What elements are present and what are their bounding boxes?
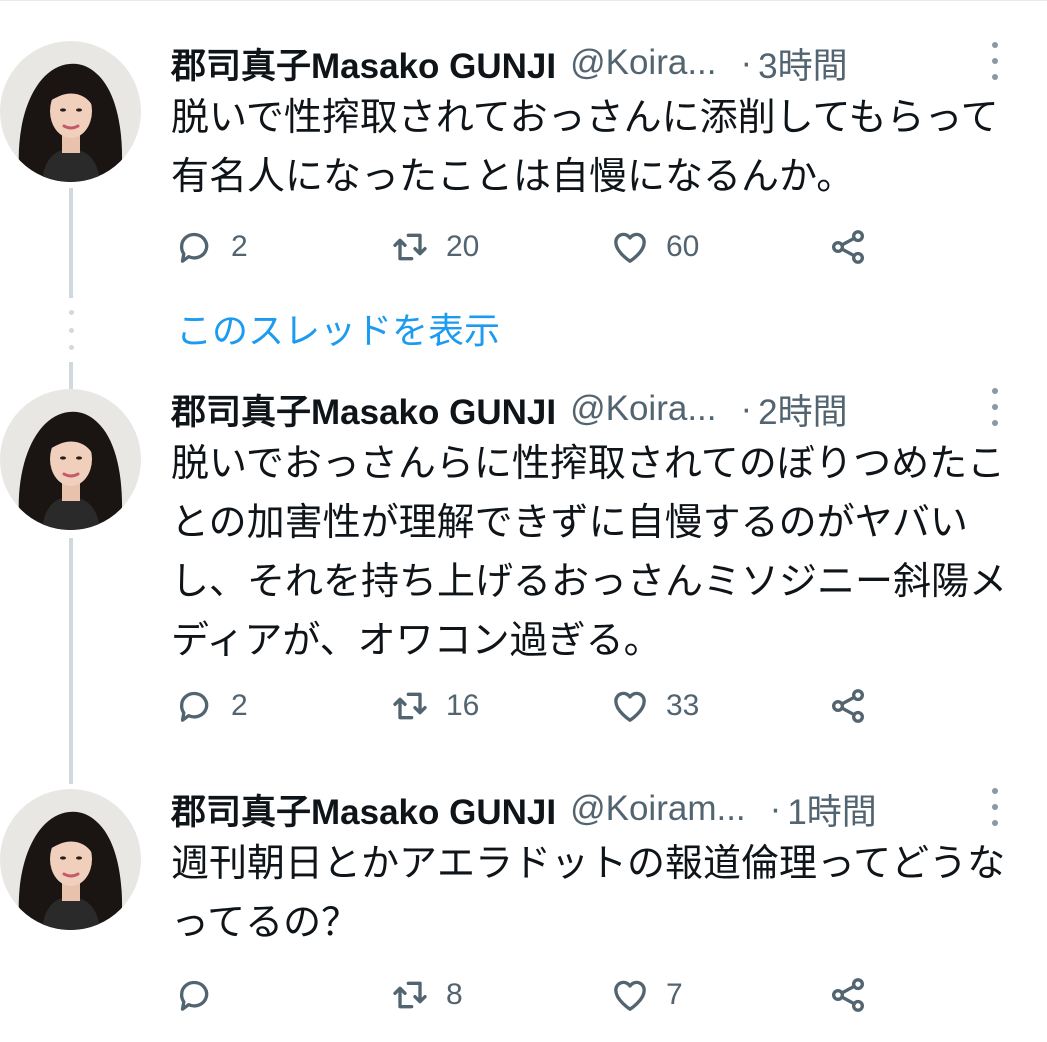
timestamp[interactable]: 3時間 [758, 38, 847, 89]
display-name[interactable]: 郡司真子Masako GUNJI [171, 784, 556, 835]
reply-button[interactable] [175, 970, 231, 1020]
tweet-text: 週刊朝日とかアエラドットの報道倫理ってどうなってるの？ [171, 841, 1006, 944]
reply-icon [179, 980, 209, 1011]
timestamp[interactable]: 2時間 [758, 384, 847, 435]
retweet-count: 16 [446, 689, 480, 722]
retweet-icon [393, 981, 427, 1009]
action-bar: 8 7 [0, 970, 1047, 1020]
tweet-header: 郡司真子Masako GUNJI @Koira... · 3時間 [171, 38, 1041, 88]
separator-dot: · [740, 43, 753, 82]
show-thread-link[interactable]: このスレッドを表示 [176, 302, 500, 354]
share-button[interactable] [828, 681, 868, 731]
separator-dot: · [740, 389, 753, 428]
user-handle[interactable]: @Koiram... [570, 789, 746, 829]
more-icon[interactable] [989, 388, 1001, 426]
reply-icon [179, 232, 209, 263]
tweet-header: 郡司真子Masako GUNJI @Koiram... · 1時間 [171, 784, 1041, 834]
thread-connector-dots [65, 310, 77, 350]
avatar[interactable] [0, 389, 141, 530]
like-button[interactable]: 33 [610, 681, 699, 731]
avatar[interactable] [0, 41, 141, 182]
thread-line [69, 362, 73, 390]
share-button[interactable] [828, 222, 868, 272]
separator-dot: · [769, 789, 782, 828]
retweet-count: 20 [446, 230, 480, 263]
share-button[interactable] [828, 970, 868, 1020]
tweet-text: 脱いでおっさんらに性搾取されてのぼりつめたことの加害性が理解できずに自慢するのが… [171, 441, 1008, 662]
action-bar: 2 16 33 [0, 681, 1047, 731]
display-name[interactable]: 郡司真子Masako GUNJI [171, 384, 556, 435]
user-handle[interactable]: @Koira... [570, 43, 716, 83]
thread-line [69, 538, 73, 784]
retweet-button[interactable]: 16 [390, 681, 479, 731]
top-divider [0, 0, 1047, 1]
like-icon [614, 232, 646, 263]
reply-button[interactable]: 2 [175, 681, 248, 731]
share-icon [832, 230, 864, 264]
timestamp[interactable]: 1時間 [787, 784, 876, 835]
display-name[interactable]: 郡司真子Masako GUNJI [171, 38, 556, 89]
reply-icon [179, 691, 209, 722]
retweet-count: 8 [446, 978, 463, 1011]
like-button[interactable]: 7 [610, 970, 683, 1020]
like-button[interactable]: 60 [610, 222, 699, 272]
retweet-icon [393, 233, 427, 261]
like-icon [614, 980, 646, 1011]
like-count: 33 [666, 689, 700, 722]
reply-count: 2 [231, 230, 248, 263]
user-handle[interactable]: @Koira... [570, 389, 716, 429]
more-icon[interactable] [989, 42, 1001, 80]
retweet-icon [393, 692, 427, 720]
like-count: 7 [666, 978, 683, 1011]
reply-count: 2 [231, 689, 248, 722]
like-icon [614, 691, 646, 722]
tweet-header: 郡司真子Masako GUNJI @Koira... · 2時間 [171, 384, 1041, 434]
share-icon [832, 978, 864, 1012]
reply-button[interactable]: 2 [175, 222, 248, 272]
share-icon [832, 689, 864, 723]
more-icon[interactable] [989, 788, 1001, 826]
action-bar: 2 20 60 [0, 222, 1047, 272]
retweet-button[interactable]: 20 [390, 222, 479, 272]
tweet-text: 脱いで性搾取されておっさんに添削してもらって有名人になったことは自慢になるんか。 [171, 95, 999, 198]
avatar[interactable] [0, 789, 141, 930]
like-count: 60 [666, 230, 700, 263]
retweet-button[interactable]: 8 [390, 970, 463, 1020]
